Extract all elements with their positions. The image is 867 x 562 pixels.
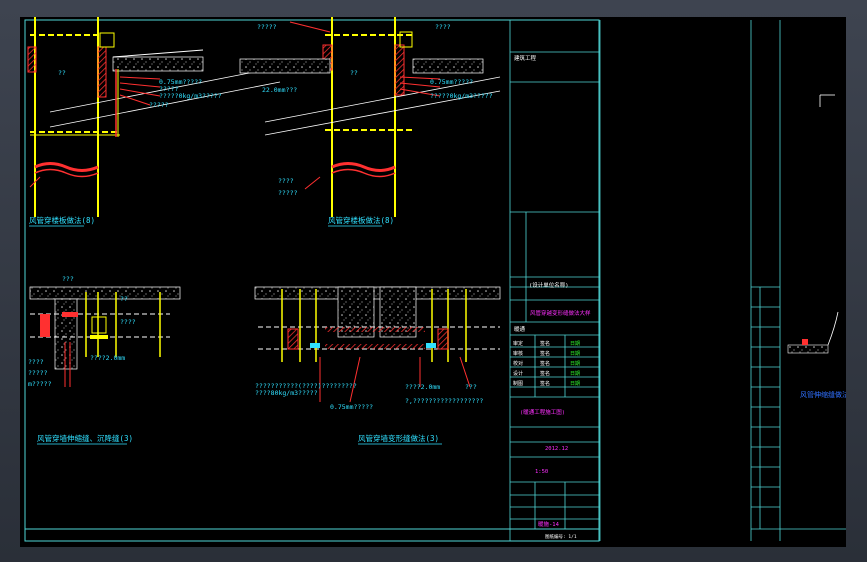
tb-date-1: 日期 bbox=[570, 341, 580, 347]
tb-role-5: 制图 bbox=[513, 380, 523, 387]
v2-label-b: ???? bbox=[435, 23, 451, 31]
view-1-title: 风管穿楼板做法(8) bbox=[29, 215, 95, 225]
v3-label-b: ?? bbox=[120, 295, 128, 303]
view-3-detail bbox=[29, 286, 181, 387]
tb-scale: 1:50 bbox=[535, 469, 548, 475]
cad-viewport: 0.75mm????? ????? ?????0kg/m3????? ?????… bbox=[0, 0, 867, 562]
tb-date: 2012.12 bbox=[545, 446, 568, 452]
tb-section: 暖通 bbox=[514, 325, 526, 333]
view-3-title: 风管穿墙伸缩缝、沉降缝(3) bbox=[37, 433, 133, 443]
tb-role-1: 审定 bbox=[513, 340, 523, 347]
view-2-detail bbox=[239, 17, 501, 217]
tb-sign-1: 签名 bbox=[540, 340, 550, 347]
right-title: 风管伸缩缝做法 bbox=[800, 390, 846, 399]
view-1-detail bbox=[27, 17, 281, 217]
tb-date-5: 日期 bbox=[570, 381, 580, 387]
tb-project: 建筑工程 bbox=[514, 54, 537, 62]
tb-sign-4: 签名 bbox=[540, 370, 550, 377]
drawing-canvas[interactable]: 0.75mm????? ????? ?????0kg/m3????? ?????… bbox=[20, 17, 849, 547]
right-sheet bbox=[750, 20, 846, 541]
tb-sign-3: 签名 bbox=[540, 360, 550, 367]
tb-date-4: 日期 bbox=[570, 371, 580, 377]
tb-role-2: 审核 bbox=[513, 350, 523, 357]
tb-sheet-no: 暖施-14 bbox=[538, 520, 560, 528]
v3-label-e: ????? bbox=[28, 369, 48, 377]
tb-footer: 图纸编号: 1/1 bbox=[545, 533, 577, 540]
v2-label-a: ????? bbox=[257, 23, 277, 31]
v2-label-e: ????? bbox=[278, 189, 298, 197]
tb-role-3: 校对 bbox=[513, 360, 523, 367]
v4-label-thickness: 0.75mm????? bbox=[330, 403, 373, 411]
v3-label-d: ???? bbox=[28, 358, 44, 366]
tb-date-2: 日期 bbox=[570, 351, 580, 357]
v4-note-c: ?,?????????????????? bbox=[405, 397, 483, 405]
v3-label-dim: ????2.0mm bbox=[90, 354, 125, 362]
view-4-title: 风管穿墙变形缝做法(3) bbox=[358, 433, 439, 443]
tb-design-org: (设计单位名称) bbox=[529, 281, 569, 289]
title-block bbox=[509, 20, 601, 541]
v2-label-density: ?????0kg/m3????? bbox=[430, 92, 493, 100]
tb-date-3: 日期 bbox=[570, 361, 580, 367]
v1-label-c: ?? bbox=[58, 69, 66, 77]
v3-label-f: m????? bbox=[28, 380, 52, 388]
v2-label-dim: 22.0mm??? bbox=[262, 86, 297, 94]
tb-sign-2: 签名 bbox=[540, 350, 550, 357]
v4-label-a: ??? bbox=[465, 383, 477, 391]
v1-label-density: ?????0kg/m3????? bbox=[159, 92, 222, 100]
sheet-border bbox=[24, 19, 600, 542]
v1-label-b: ????? bbox=[149, 101, 169, 109]
v2-label-thickness: 0.75mm????? bbox=[430, 78, 473, 86]
v3-label-c: ???? bbox=[120, 318, 136, 326]
tb-sign-5: 签名 bbox=[540, 380, 550, 387]
v2-label-d: ???? bbox=[278, 177, 294, 185]
v2-label-c: ?? bbox=[350, 69, 358, 77]
v4-note-b: ????80kg/m3????? bbox=[255, 389, 318, 397]
tb-role-4: 设计 bbox=[513, 370, 523, 377]
right-detail bbox=[787, 94, 839, 354]
v4-label-dim: ????2.0mm bbox=[405, 383, 440, 391]
tb-drawing-name: 风管穿越变形缝做法大样 bbox=[530, 309, 591, 317]
tb-discipline: (暖通工程施工图) bbox=[520, 408, 565, 416]
cad-drawing: 0.75mm????? ????? ?????0kg/m3????? ?????… bbox=[24, 17, 849, 542]
v3-label-a: ??? bbox=[62, 275, 74, 283]
view-2-title: 风管穿楼板做法(8) bbox=[328, 215, 394, 225]
